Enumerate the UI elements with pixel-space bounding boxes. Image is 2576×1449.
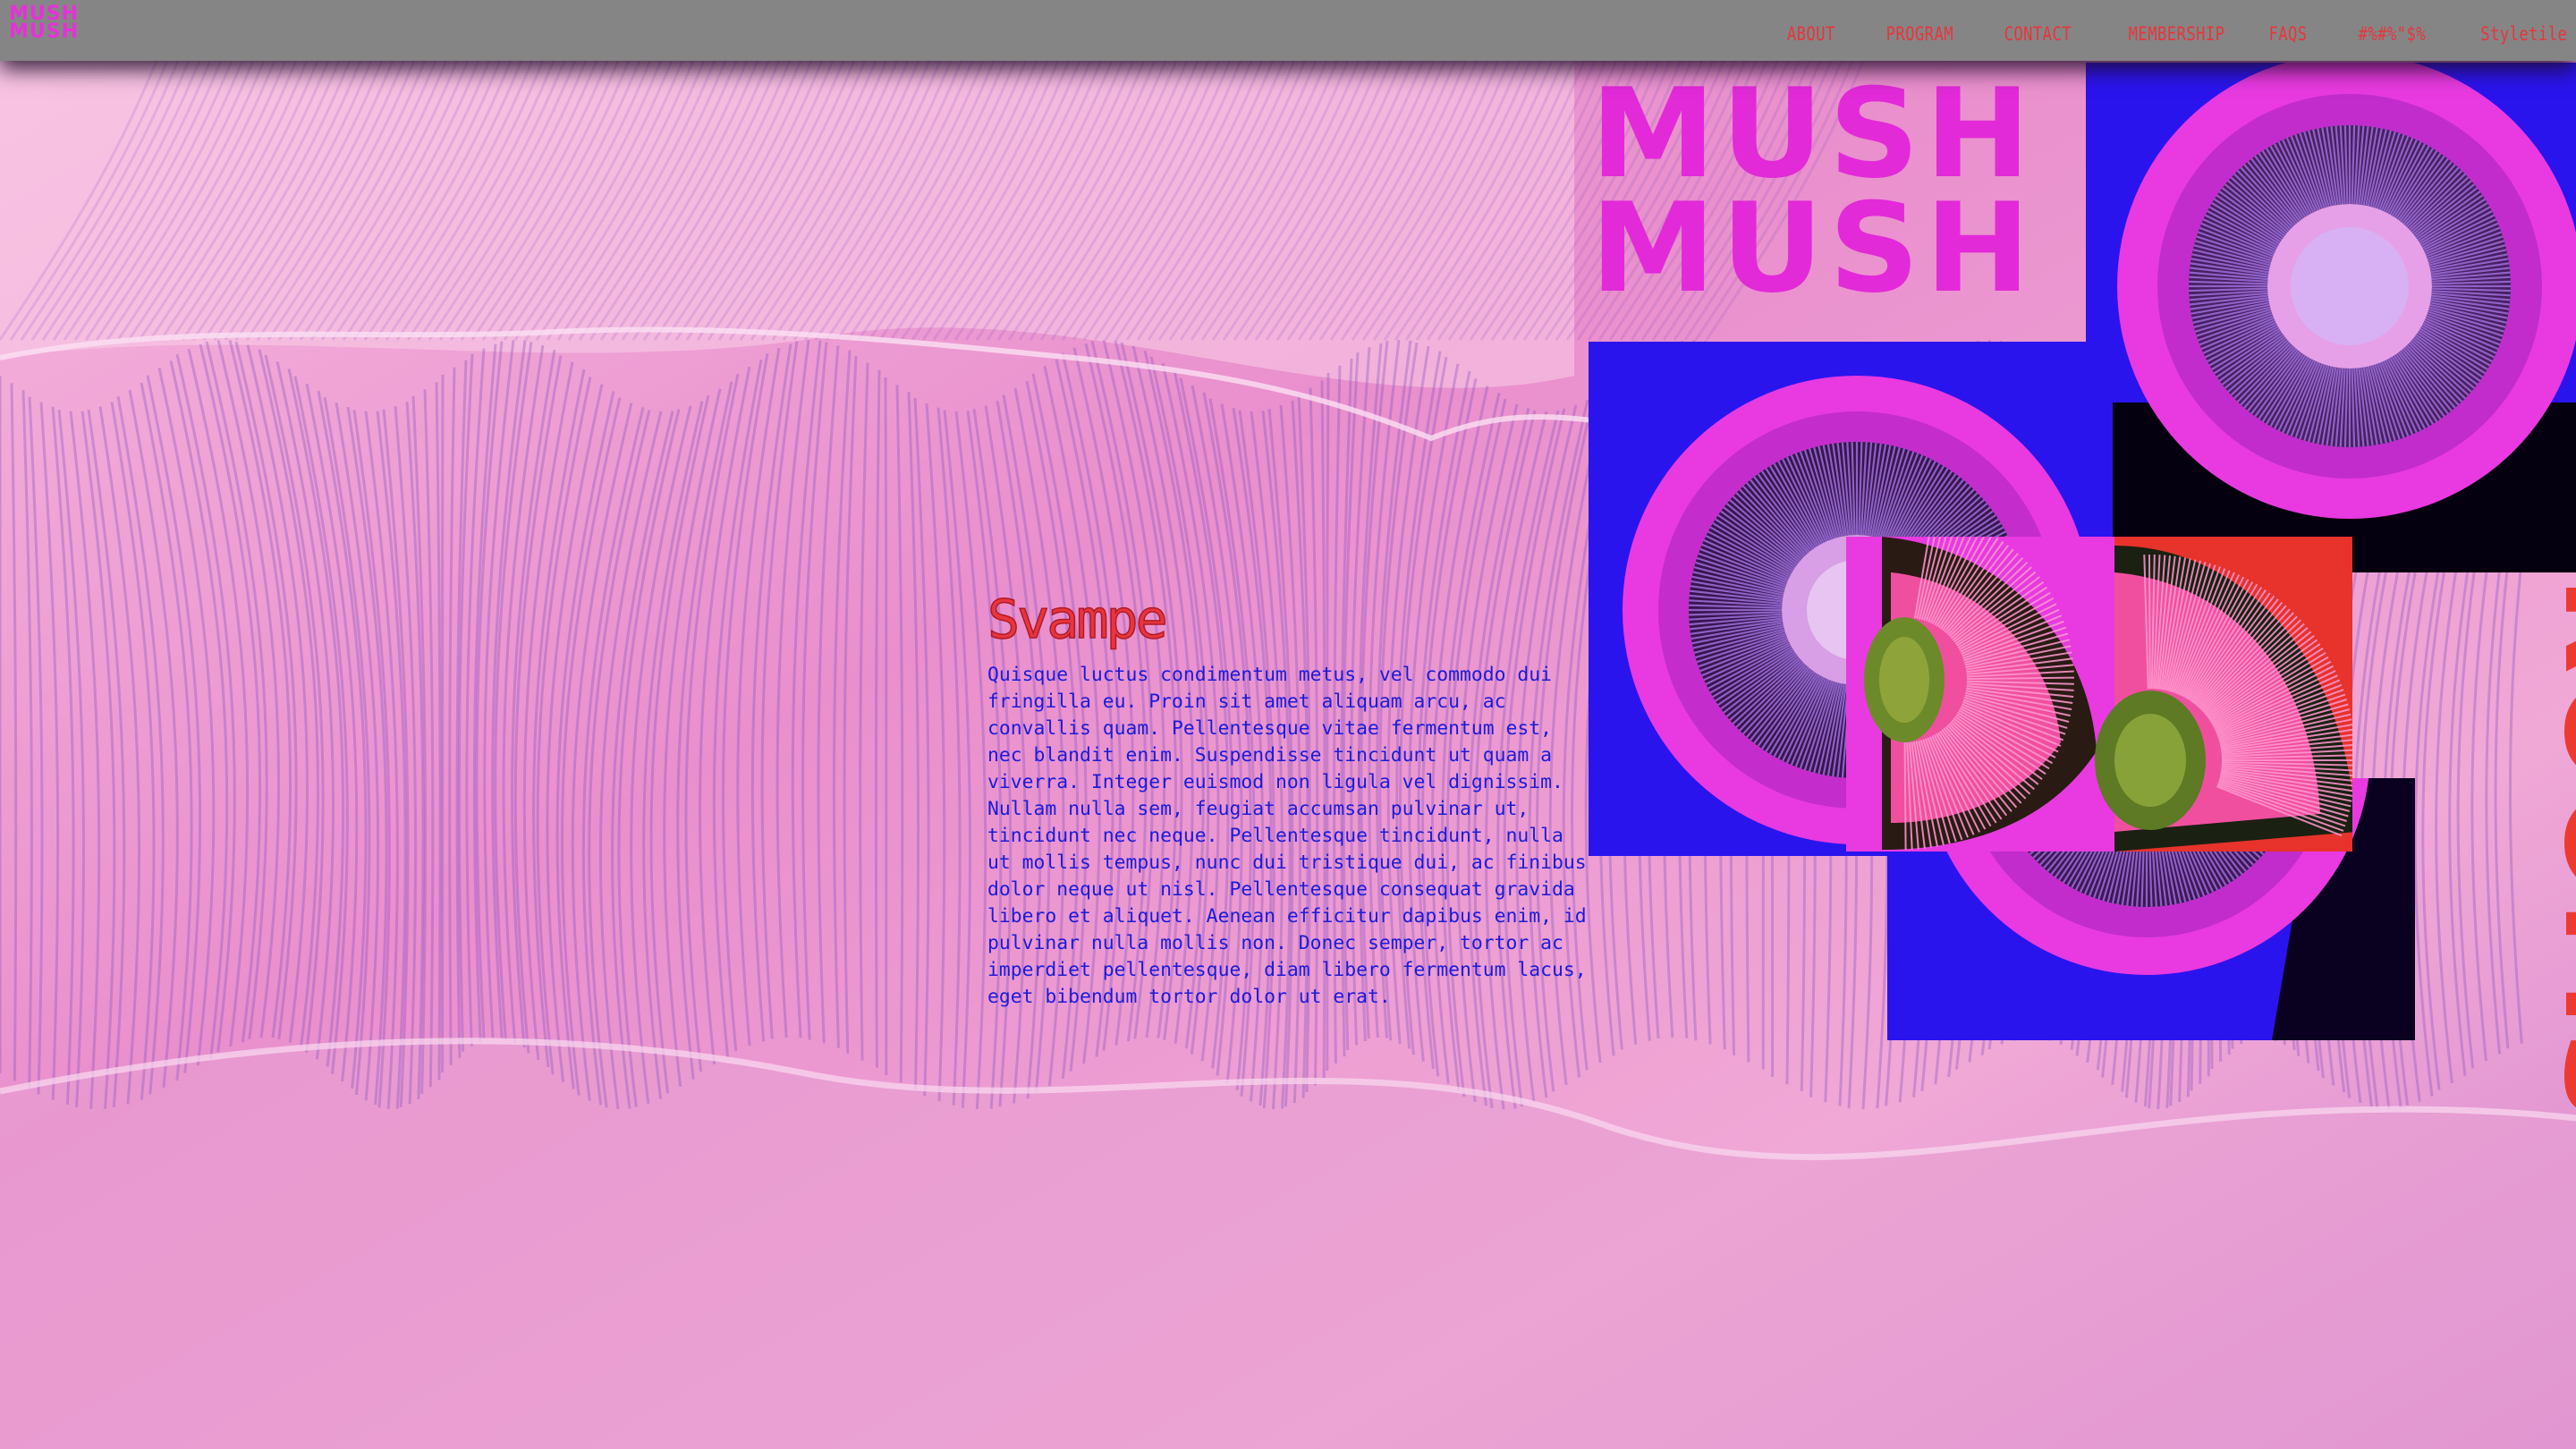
top-navigation-bar: MUSH MUSH ABOUT PROGRAM CONTACT MEMBERSH… bbox=[0, 0, 2576, 61]
nav-link-faqs[interactable]: FAQS bbox=[2269, 23, 2308, 45]
nav-link-symbols[interactable]: #%#%"$% bbox=[2358, 23, 2425, 45]
article-section: Svampe Quisque luctus condimentum metus,… bbox=[987, 589, 1589, 1011]
article-body: Quisque luctus condimentum metus, vel co… bbox=[987, 664, 1587, 1008]
nav-link-styletile[interactable]: Styletile bbox=[2480, 23, 2567, 45]
collage-vertical-word-text: ROOMS bbox=[2536, 576, 2576, 1126]
collage-title-line-1: MUSH bbox=[1590, 62, 2037, 206]
collage-title-line-2: MUSH bbox=[1590, 176, 2037, 320]
mushroom-tile-center bbox=[1846, 537, 2352, 852]
logo-line-2: MUSH bbox=[9, 21, 80, 43]
article-title: Svampe bbox=[987, 589, 1168, 651]
collage-vertical-word: ROOMS bbox=[2536, 576, 2576, 1125]
collage-title: MUSH MUSH bbox=[1589, 63, 2085, 342]
mushroom-tile-top-right bbox=[2086, 63, 2576, 572]
nav-link-about[interactable]: ABOUT bbox=[1787, 23, 1835, 45]
main-nav: ABOUT PROGRAM CONTACT MEMBERSHIP FAQS #%… bbox=[1741, 23, 2567, 45]
nav-link-membership[interactable]: MEMBERSHIP bbox=[2128, 23, 2224, 45]
nav-link-program[interactable]: PROGRAM bbox=[1885, 23, 1953, 45]
nav-link-contact[interactable]: CONTACT bbox=[2004, 23, 2071, 45]
mushroom-collage: MUSH MUSH ROOMS bbox=[1589, 63, 2576, 1125]
site-logo[interactable]: MUSH MUSH bbox=[9, 4, 80, 43]
